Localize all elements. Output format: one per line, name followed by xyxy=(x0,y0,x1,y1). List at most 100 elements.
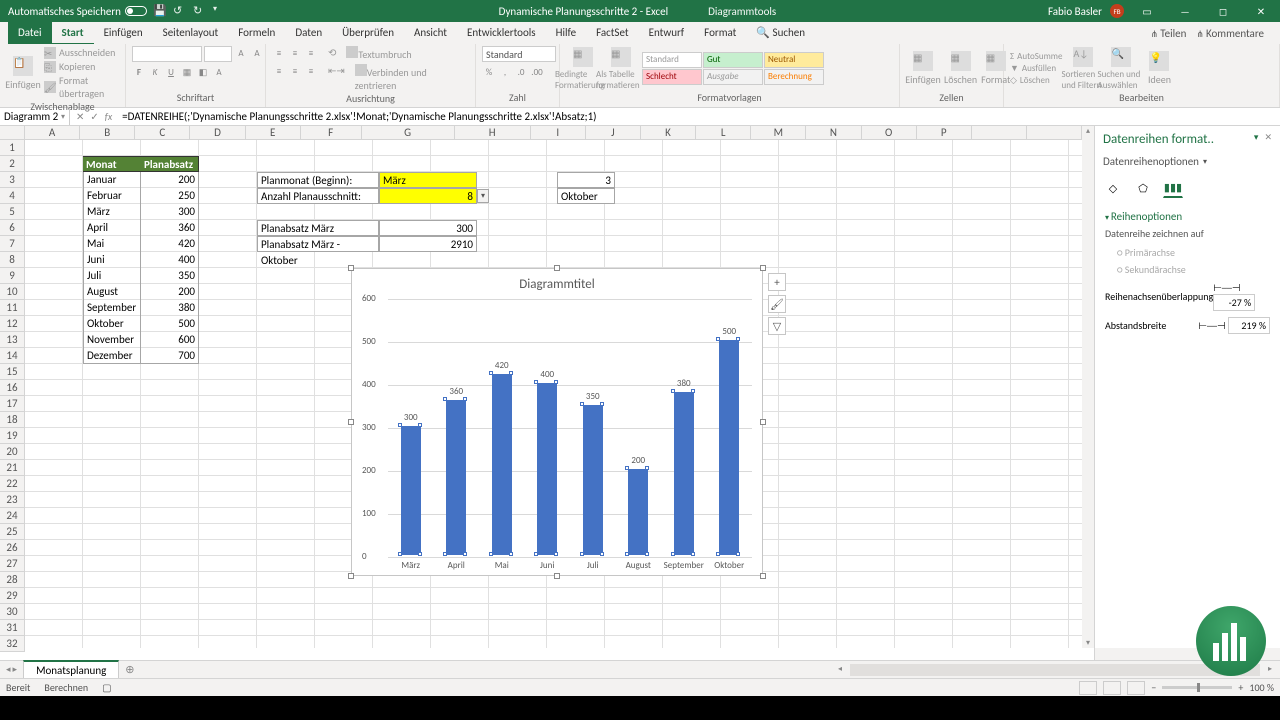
row-header[interactable]: 27 xyxy=(0,556,25,572)
chart-plot-area[interactable]: 0100200300400500600300März360April420Mai… xyxy=(388,299,752,555)
row-header[interactable]: 21 xyxy=(0,460,25,476)
cell[interactable]: Planmonat (Beginn): xyxy=(257,172,379,188)
column-header[interactable]: L xyxy=(696,126,751,140)
row-header[interactable]: 10 xyxy=(0,284,25,300)
column-header[interactable]: O xyxy=(862,126,917,140)
number-format-select[interactable] xyxy=(482,46,556,62)
cell[interactable]: Januar xyxy=(83,172,141,188)
redo-icon[interactable]: ↻ xyxy=(193,4,207,18)
merge-center-button[interactable]: Verbinden und zentrieren xyxy=(355,64,469,92)
page-layout-view-button[interactable] xyxy=(1103,681,1121,695)
cell[interactable]: Juni xyxy=(83,252,141,268)
chart-title[interactable]: Diagrammtitel xyxy=(352,269,762,296)
tab-file[interactable]: Datei xyxy=(8,22,52,45)
chart-bar[interactable]: 400Juni xyxy=(535,383,559,555)
column-header[interactable]: A xyxy=(25,126,80,140)
chart-bar[interactable]: 380September xyxy=(672,392,696,555)
tab-design[interactable]: Entwurf xyxy=(639,22,695,45)
cell[interactable]: 300 xyxy=(141,204,199,220)
cell[interactable]: Planabsatz xyxy=(141,156,199,172)
sheet-nav-prev[interactable]: ◂ xyxy=(6,664,11,675)
tab-page-layout[interactable]: Seitenlayout xyxy=(153,22,229,45)
vertical-scrollbar[interactable] xyxy=(1082,126,1094,648)
cell[interactable]: 600 xyxy=(141,332,199,348)
fx-icon[interactable]: fx xyxy=(105,110,112,123)
italic-icon[interactable]: K xyxy=(148,65,162,79)
row-header[interactable]: 1 xyxy=(0,140,25,156)
comments-button[interactable]: Kommentare xyxy=(1196,27,1264,40)
zoom-slider[interactable] xyxy=(1162,686,1232,689)
cell[interactable]: 500 xyxy=(141,316,199,332)
maximize-icon[interactable]: ◻ xyxy=(1208,0,1238,22)
cell[interactable]: Juli xyxy=(83,268,141,284)
row-header[interactable]: 16 xyxy=(0,380,25,396)
column-header[interactable]: I xyxy=(531,126,586,140)
ribbon-options-icon[interactable]: ▭ xyxy=(1132,0,1162,22)
autosave-toggle[interactable]: Automatisches Speichern xyxy=(8,5,147,18)
effects-icon[interactable]: ⬠ xyxy=(1133,178,1153,198)
cell[interactable]: Oktober xyxy=(557,188,615,204)
cell-styles-gallery[interactable]: Standard Gut Neutral Schlecht Ausgabe Be… xyxy=(642,52,824,85)
tab-format[interactable]: Format xyxy=(694,22,746,45)
gap-width-input[interactable] xyxy=(1228,317,1270,334)
cell[interactable]: Februar xyxy=(83,188,141,204)
tab-review[interactable]: Überprüfen xyxy=(332,22,404,45)
cell[interactable]: 200 xyxy=(141,172,199,188)
dropdown-button[interactable]: ▾ xyxy=(477,189,489,203)
undo-icon[interactable]: ↺ xyxy=(173,4,187,18)
cut-button[interactable]: ✂Ausschneiden xyxy=(44,46,119,59)
fill-button[interactable]: ▼Ausfüllen xyxy=(1010,63,1062,74)
cancel-formula-icon[interactable]: ✕ xyxy=(76,110,84,123)
column-header[interactable]: G xyxy=(362,126,455,140)
cell[interactable]: September xyxy=(83,300,141,316)
column-header[interactable]: C xyxy=(135,126,190,140)
underline-icon[interactable]: U xyxy=(164,65,178,79)
fill-line-icon[interactable]: ◇ xyxy=(1103,178,1123,198)
cell[interactable]: 360 xyxy=(141,220,199,236)
tab-developer[interactable]: Entwicklertools xyxy=(457,22,546,45)
column-header[interactable]: H xyxy=(455,126,531,140)
row-header[interactable]: 25 xyxy=(0,524,25,540)
cell[interactable]: 300 xyxy=(379,220,477,236)
bold-icon[interactable]: F xyxy=(132,65,146,79)
row-header[interactable]: 24 xyxy=(0,508,25,524)
column-header[interactable]: K xyxy=(641,126,696,140)
row-header[interactable]: 15 xyxy=(0,364,25,380)
row-header[interactable]: 19 xyxy=(0,428,25,444)
macro-record-icon[interactable]: ▢ xyxy=(102,681,111,694)
secondary-axis-radio[interactable]: Sekundärachse xyxy=(1105,261,1270,278)
chart-styles-button[interactable]: 🖌 xyxy=(768,295,786,313)
row-header[interactable]: 9 xyxy=(0,268,25,284)
column-header[interactable]: F xyxy=(301,126,362,140)
zoom-in-button[interactable]: + xyxy=(1238,681,1243,694)
increase-font-icon[interactable]: A xyxy=(234,46,248,60)
series-options-icon[interactable]: ▮▮▮ xyxy=(1163,178,1183,198)
row-header[interactable]: 23 xyxy=(0,492,25,508)
row-header[interactable]: 29 xyxy=(0,588,25,604)
cell[interactable]: Mai xyxy=(83,236,141,252)
chart-bar[interactable]: 200August xyxy=(626,469,650,555)
cell[interactable]: Monat xyxy=(83,156,141,172)
series-overlap-input[interactable] xyxy=(1213,294,1255,311)
column-header[interactable]: E xyxy=(246,126,301,140)
formula-input[interactable]: =DATENREIHE(;'Dynamische Planungsschritt… xyxy=(118,108,1280,125)
save-icon[interactable]: 💾 xyxy=(153,4,167,18)
row-header[interactable]: 5 xyxy=(0,204,25,220)
cell[interactable]: 380 xyxy=(141,300,199,316)
cell[interactable]: November xyxy=(83,332,141,348)
series-options-header[interactable]: Reihenoptionen xyxy=(1105,210,1270,223)
autosum-button[interactable]: ΣAutoSumme xyxy=(1010,51,1062,62)
font-name-input[interactable] xyxy=(132,46,202,62)
zoom-out-button[interactable]: − xyxy=(1151,681,1156,694)
sheet-tab-monatsplanung[interactable]: Monatsplanung xyxy=(23,660,119,679)
minimize-icon[interactable]: — xyxy=(1170,0,1200,22)
cell[interactable]: 700 xyxy=(141,348,199,364)
chart-bar[interactable]: 420Mai xyxy=(490,374,514,555)
tab-start[interactable]: Start xyxy=(52,22,94,45)
tab-help[interactable]: Hilfe xyxy=(546,22,586,45)
user-avatar[interactable]: FB xyxy=(1110,4,1124,18)
cell[interactable]: 3 xyxy=(557,172,615,188)
cell[interactable]: 250 xyxy=(141,188,199,204)
row-header[interactable]: 28 xyxy=(0,572,25,588)
cell[interactable]: 8 xyxy=(379,188,477,204)
